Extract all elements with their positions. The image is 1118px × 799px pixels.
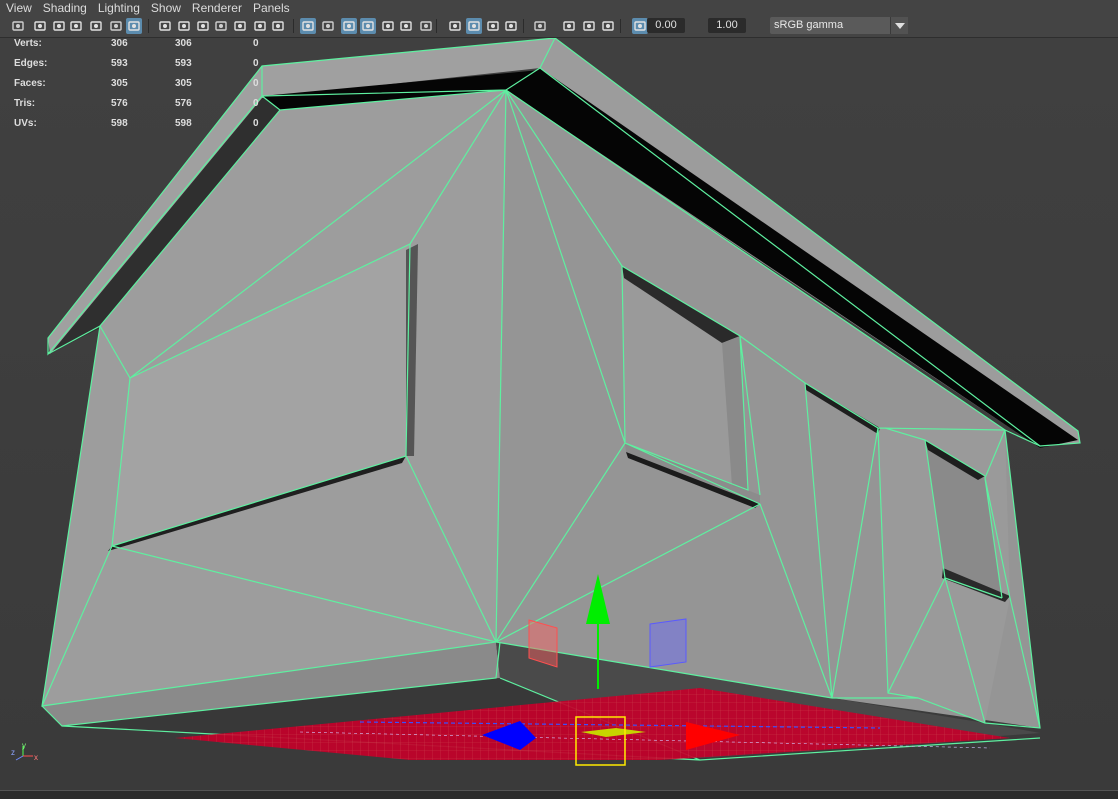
anti-aliasing-icon[interactable] bbox=[447, 18, 463, 34]
color-space-dropdown[interactable]: sRGB gamma bbox=[770, 17, 908, 34]
viewport-toolbar: 0.00 1.00 sRGB gamma bbox=[0, 15, 1118, 38]
hud-value: 0 bbox=[253, 118, 259, 129]
resolution-gate-icon[interactable] bbox=[176, 18, 192, 34]
image-plane-icon[interactable] bbox=[68, 18, 84, 34]
hud-label: UVs: bbox=[14, 118, 37, 129]
house-mesh[interactable] bbox=[42, 38, 1080, 760]
hud-value: 306 bbox=[111, 38, 128, 49]
menu-bar: View Shading Lighting Show Renderer Pane… bbox=[0, 0, 1118, 15]
hud-value: 576 bbox=[111, 98, 128, 109]
hud-label: Tris: bbox=[14, 98, 36, 109]
hud-value: 0 bbox=[253, 58, 259, 69]
grease-pencil-icon[interactable] bbox=[108, 18, 124, 34]
hud-label: Faces: bbox=[14, 78, 46, 89]
hud-value: 0 bbox=[253, 38, 259, 49]
default-material-icon[interactable] bbox=[300, 18, 316, 34]
shadows-icon[interactable] bbox=[380, 18, 396, 34]
hud-label: Edges: bbox=[14, 58, 48, 69]
exposure-icon[interactable] bbox=[581, 18, 597, 34]
camera-attributes-icon[interactable] bbox=[32, 18, 48, 34]
hud-value: 0 bbox=[253, 98, 259, 109]
color-management-icon[interactable] bbox=[632, 18, 648, 34]
bookmark-icon[interactable] bbox=[51, 18, 67, 34]
menu-panels[interactable]: Panels bbox=[247, 1, 290, 15]
toolbar-separator bbox=[148, 19, 149, 33]
axis-z-label: z bbox=[11, 748, 15, 757]
menu-lighting[interactable]: Lighting bbox=[92, 1, 140, 15]
hud-value: 305 bbox=[111, 78, 128, 89]
color-space-label: sRGB gamma bbox=[774, 19, 844, 31]
lights-icon[interactable] bbox=[360, 18, 376, 34]
2d-pan-zoom-icon[interactable] bbox=[88, 18, 104, 34]
field-chart-icon[interactable] bbox=[213, 18, 229, 34]
safe-action-icon[interactable] bbox=[232, 18, 248, 34]
camera-select-icon[interactable] bbox=[10, 18, 26, 34]
hud-value: 598 bbox=[175, 118, 192, 129]
3d-viewport[interactable]: y x z Verts: 306 306 0 Edges: 593 593 0 Faces: 30… bbox=[0, 38, 1118, 790]
backface-culling-icon[interactable] bbox=[561, 18, 577, 34]
menu-shading[interactable]: Shading bbox=[37, 1, 87, 15]
chevron-down-icon[interactable] bbox=[890, 17, 908, 34]
hud-label: Verts: bbox=[14, 38, 42, 49]
scene-canvas[interactable]: y x z bbox=[0, 38, 1118, 790]
grid-icon[interactable] bbox=[126, 18, 142, 34]
hud-value: 306 bbox=[175, 38, 192, 49]
isolate-select-icon[interactable] bbox=[485, 18, 501, 34]
hud-value: 576 bbox=[175, 98, 192, 109]
hud-value: 0 bbox=[253, 78, 259, 89]
exposure-field[interactable]: 0.00 bbox=[647, 18, 685, 33]
wireframe-icon[interactable] bbox=[252, 18, 268, 34]
toolbar-separator bbox=[620, 19, 621, 33]
menu-show[interactable]: Show bbox=[145, 1, 181, 15]
toolbar-separator bbox=[523, 19, 524, 33]
hud-value: 598 bbox=[111, 118, 128, 129]
xray-icon[interactable] bbox=[503, 18, 519, 34]
menu-view[interactable]: View bbox=[0, 1, 32, 15]
smooth-shade-icon[interactable] bbox=[270, 18, 286, 34]
screen-space-ao-icon[interactable] bbox=[398, 18, 414, 34]
hud-value: 593 bbox=[111, 58, 128, 69]
wireframe-on-shaded-icon[interactable] bbox=[320, 18, 336, 34]
axis-indicator: y x z bbox=[11, 741, 38, 762]
motion-blur-icon[interactable] bbox=[418, 18, 434, 34]
gamma-field[interactable]: 1.00 bbox=[708, 18, 746, 33]
gamma-icon[interactable] bbox=[600, 18, 616, 34]
menu-renderer[interactable]: Renderer bbox=[186, 1, 242, 15]
axis-x-label: x bbox=[34, 753, 38, 762]
manipulator-yz-plane[interactable] bbox=[649, 618, 687, 668]
depth-of-field-icon[interactable] bbox=[466, 18, 482, 34]
textured-icon[interactable] bbox=[341, 18, 357, 34]
axis-y-label: y bbox=[22, 741, 26, 750]
hud-value: 305 bbox=[175, 78, 192, 89]
xray-joints-icon[interactable] bbox=[532, 18, 548, 34]
toolbar-separator bbox=[293, 19, 294, 33]
gate-mask-icon[interactable] bbox=[195, 18, 211, 34]
hud-value: 593 bbox=[175, 58, 192, 69]
film-gate-icon[interactable] bbox=[157, 18, 173, 34]
toolbar-separator bbox=[436, 19, 437, 33]
